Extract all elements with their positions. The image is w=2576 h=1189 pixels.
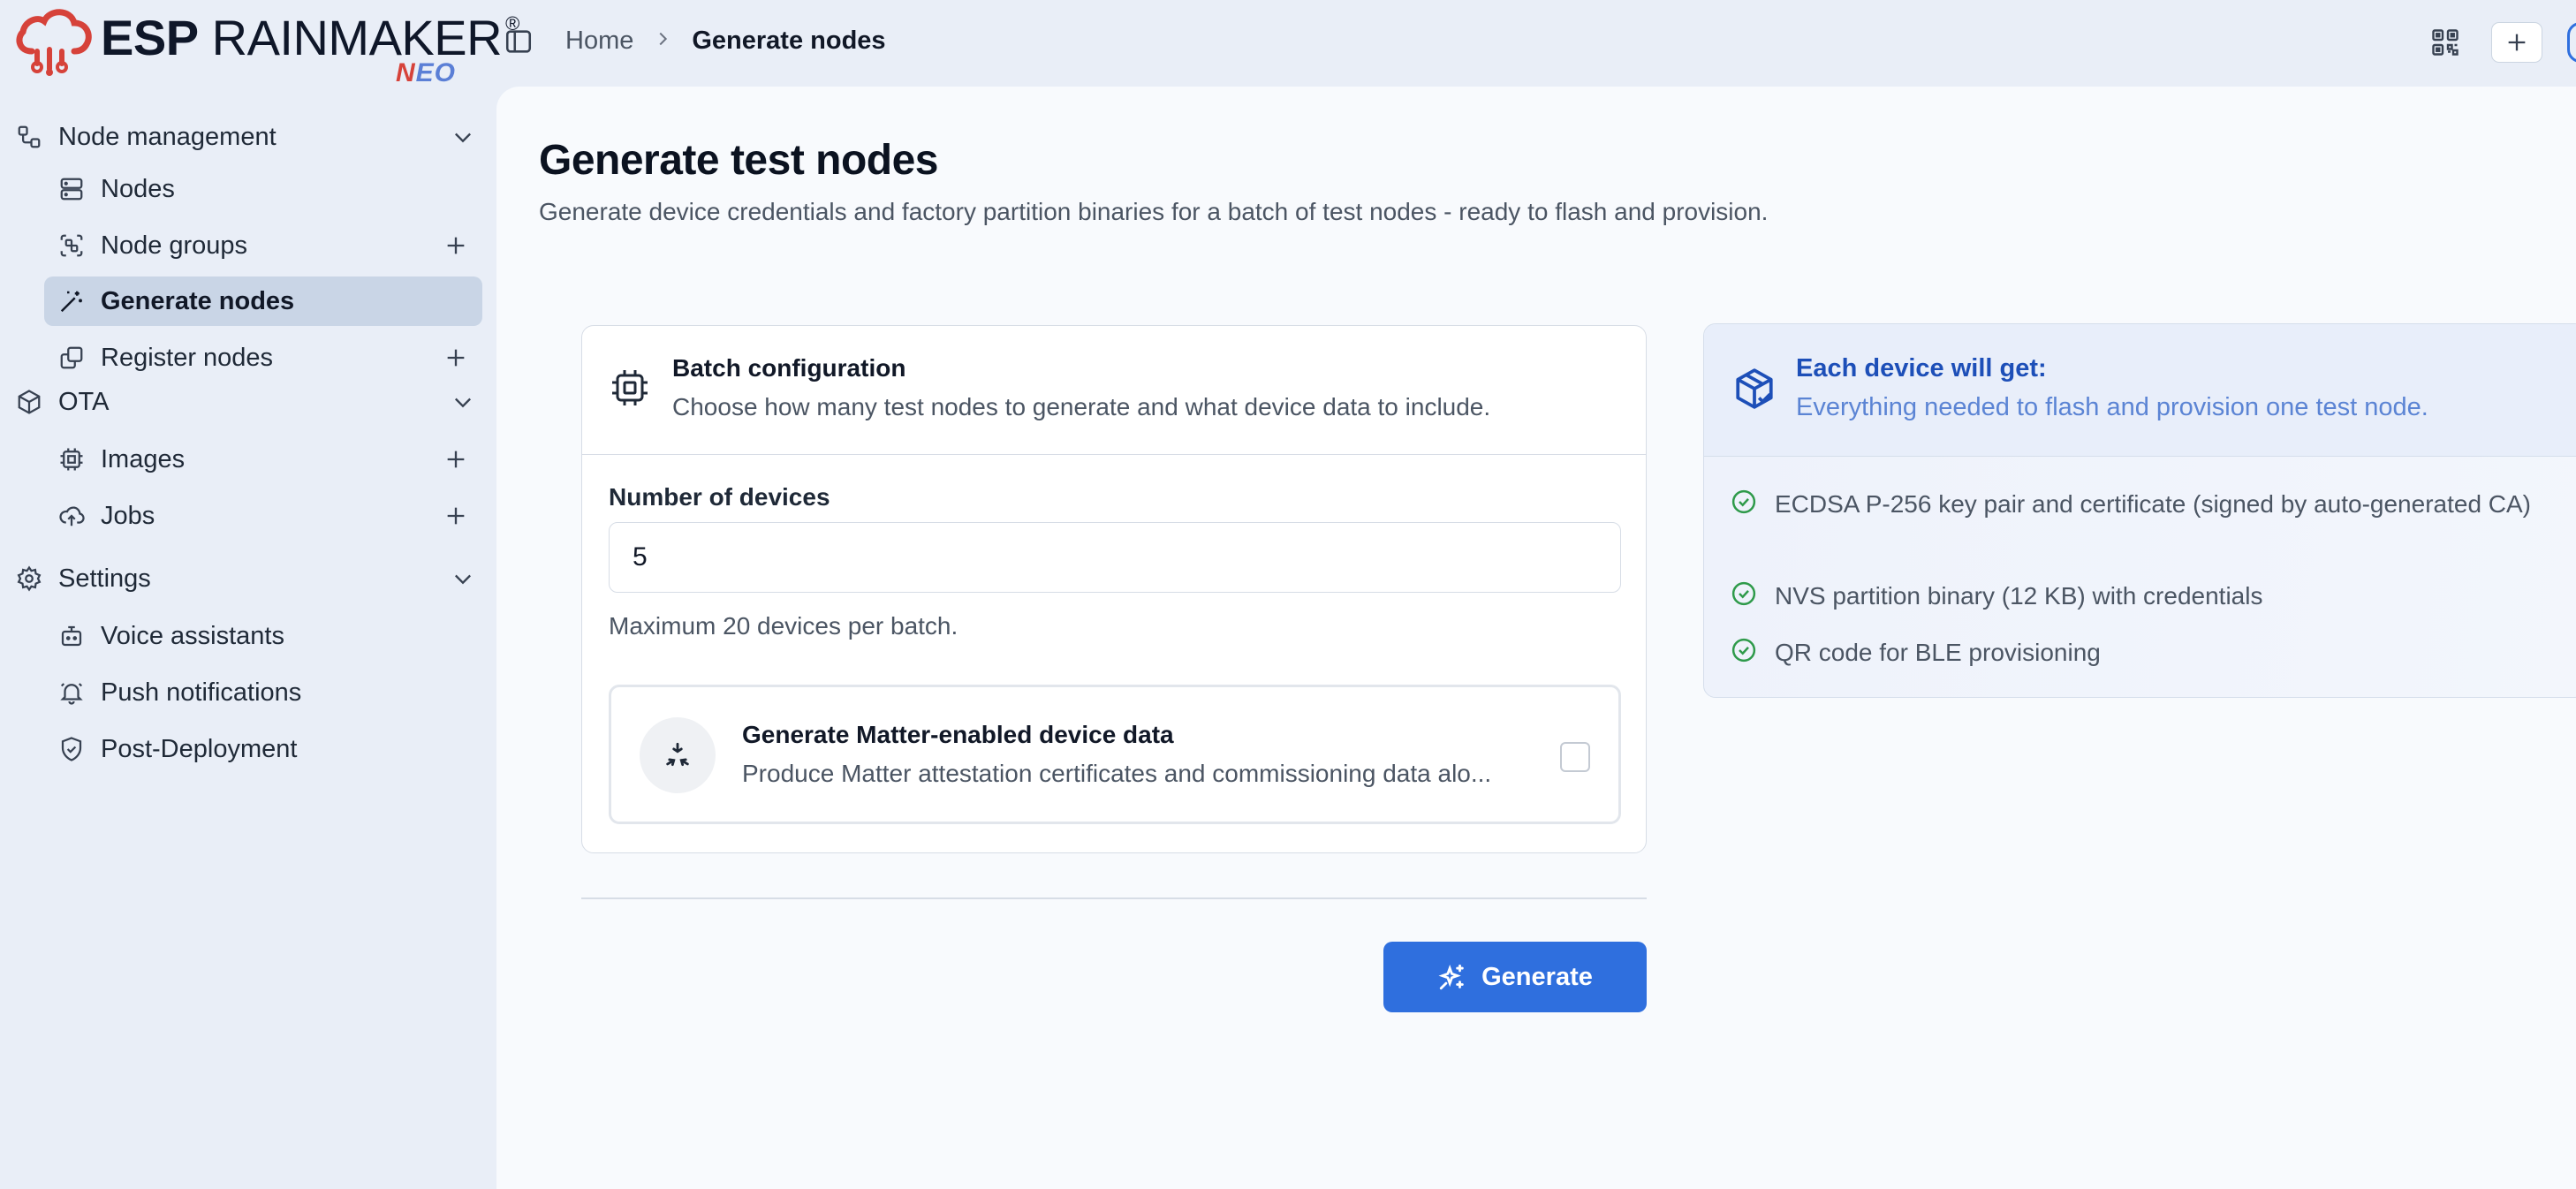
divider <box>581 897 1647 899</box>
list-item-text: ECDSA P-256 key pair and certificate (si… <box>1775 490 2532 518</box>
chevron-down-icon[interactable] <box>451 566 475 591</box>
sidebar-section-node-management[interactable]: Node management <box>14 112 482 162</box>
sidebar-toggle-button[interactable] <box>504 27 534 57</box>
cloud-upload-icon <box>57 501 87 531</box>
register-icon <box>57 343 87 373</box>
user-menu-button[interactable] <box>2567 22 2576 63</box>
esp-rainmaker-logo[interactable]: ESP RAINMAKER ® NEO <box>12 4 519 87</box>
breadcrumb-current: Generate nodes <box>692 27 886 55</box>
sidebar-item-label: Push notifications <box>101 678 302 707</box>
sidebar-section-label: Node management <box>58 122 277 151</box>
plus-icon[interactable] <box>443 345 468 370</box>
chip-icon <box>612 370 648 405</box>
matter-option-card[interactable]: Generate Matter-enabled device data Prod… <box>609 685 1621 824</box>
matter-option-title: Generate Matter-enabled device data <box>742 721 1174 748</box>
page-subtitle: Generate device credentials and factory … <box>539 198 1769 225</box>
number-of-devices-label: Number of devices <box>609 483 830 511</box>
group-icon <box>57 231 87 261</box>
logo-neo: NEO <box>396 58 457 87</box>
sidebar-item-push-notifications[interactable]: Push notifications <box>44 668 482 717</box>
qr-code-icon <box>2432 29 2459 56</box>
breadcrumb: Home Generate nodes <box>565 27 886 56</box>
chevron-right-icon <box>653 27 672 55</box>
list-item: ECDSA P-256 key pair and certificate (si… <box>1731 487 2552 522</box>
cloud-logo-icon <box>16 9 92 76</box>
qr-code-button[interactable] <box>2429 27 2461 58</box>
matter-icon <box>640 717 716 793</box>
info-card-description: Everything needed to flash and provision… <box>1796 393 2428 421</box>
sidebar-item-post-deployment[interactable]: Post-Deployment <box>44 724 482 774</box>
sidebar-item-images[interactable]: Images <box>44 435 482 484</box>
generate-button-label: Generate <box>1481 962 1593 991</box>
sidebar-item-node-groups[interactable]: Node groups <box>44 221 482 270</box>
check-circle-icon <box>1731 489 1756 514</box>
list-item-text: NVS partition binary (12 KB) with creden… <box>1775 582 2263 610</box>
package-check-icon <box>1736 368 1773 409</box>
sidebar-section-ota[interactable]: OTA <box>14 377 482 427</box>
sidebar-section-label: Settings <box>58 564 151 593</box>
page-title: Generate test nodes <box>539 137 938 184</box>
sidebar: Node management Nodes Node groups Genera… <box>0 87 496 1189</box>
list-item: NVS partition binary (12 KB) with creden… <box>1731 579 2552 614</box>
number-of-devices-input[interactable] <box>609 522 1621 593</box>
chip-icon <box>57 444 87 474</box>
sidebar-item-label: Register nodes <box>101 343 274 372</box>
device-info-card: Each device will get: Everything needed … <box>1703 323 2576 698</box>
sidebar-item-label: Jobs <box>101 501 155 530</box>
sidebar-item-label: Images <box>101 444 186 473</box>
sidebar-item-label: Node groups <box>101 231 248 260</box>
sidebar-item-label: Nodes <box>101 174 175 203</box>
sidebar-item-nodes[interactable]: Nodes <box>44 164 482 214</box>
add-button[interactable] <box>2491 22 2542 63</box>
breadcrumb-home[interactable]: Home <box>565 27 633 56</box>
sidebar-section-settings[interactable]: Settings <box>14 554 482 603</box>
sidebar-item-voice-assistants[interactable]: Voice assistants <box>44 611 482 661</box>
bot-icon <box>57 621 87 651</box>
main-content: Generate test nodes Generate device cred… <box>496 87 2576 1189</box>
card-title: Batch configuration <box>672 354 906 382</box>
sidebar-section-label: OTA <box>58 387 110 416</box>
check-circle-icon <box>1731 581 1756 606</box>
shield-check-icon <box>57 734 87 764</box>
chevron-down-icon[interactable] <box>451 390 475 414</box>
sparkles-icon <box>1438 964 1464 990</box>
plus-icon[interactable] <box>443 447 468 472</box>
gear-icon <box>14 564 44 594</box>
panel-left-icon <box>505 30 532 53</box>
list-item: QR code for BLE provisioning <box>1731 635 2552 670</box>
info-card-header: Each device will get: Everything needed … <box>1704 324 2576 457</box>
sidebar-item-generate-nodes[interactable]: Generate nodes <box>44 276 482 326</box>
plus-icon[interactable] <box>443 233 468 258</box>
package-icon <box>14 387 44 417</box>
magic-wand-icon <box>57 286 87 316</box>
chevron-down-icon[interactable] <box>451 125 475 149</box>
sidebar-item-label: Voice assistants <box>101 621 284 650</box>
batch-configuration-card: Batch configuration Choose how many test… <box>581 325 1647 853</box>
node-management-icon <box>14 122 44 152</box>
card-header: Batch configuration Choose how many test… <box>582 326 1646 455</box>
plus-icon[interactable] <box>443 504 468 528</box>
top-bar: ESP RAINMAKER ® NEO Home Generate nodes <box>0 0 2576 87</box>
list-item-text: QR code for BLE provisioning <box>1775 639 2101 666</box>
card-description: Choose how many test nodes to generate a… <box>672 393 1491 420</box>
sidebar-item-label: Post-Deployment <box>101 734 298 763</box>
generate-button[interactable]: Generate <box>1383 942 1647 1012</box>
check-circle-icon <box>1731 638 1756 663</box>
sidebar-item-label: Generate nodes <box>101 286 295 315</box>
number-of-devices-hint: Maximum 20 devices per batch. <box>609 612 958 640</box>
matter-option-description: Produce Matter attestation certificates … <box>742 760 1492 787</box>
info-card-title: Each device will get: <box>1796 354 2047 382</box>
matter-checkbox[interactable] <box>1560 742 1590 772</box>
sidebar-item-register-nodes[interactable]: Register nodes <box>44 333 482 382</box>
sidebar-item-jobs[interactable]: Jobs <box>44 491 482 541</box>
bell-icon <box>57 678 87 708</box>
server-icon <box>57 174 87 204</box>
plus-icon <box>2508 34 2526 51</box>
